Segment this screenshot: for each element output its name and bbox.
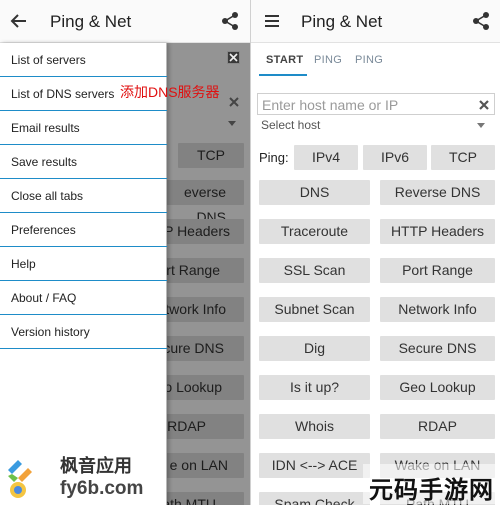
app-bar: Ping & Net (251, 0, 500, 43)
ping-ipv4-button[interactable]: IPv4 (294, 145, 358, 170)
app-title: Ping & Net (50, 12, 132, 31)
host-input-placeholder: Enter host name or IP (262, 97, 399, 113)
http-headers-button[interactable]: HTTP Headers (380, 219, 495, 244)
app-title: Ping & Net (301, 12, 383, 31)
drawer-item-help[interactable]: Help (0, 247, 167, 281)
drawer-item-about-faq[interactable]: About / FAQ (0, 281, 167, 315)
hamburger-menu-icon[interactable] (262, 11, 282, 31)
ping-ipv6-button[interactable]: IPv6 (363, 145, 427, 170)
ssl-scan-button[interactable]: SSL Scan (259, 258, 370, 283)
right-screen: Ping & Net START PING PING Enter host na… (250, 0, 500, 505)
share-icon[interactable] (471, 11, 491, 31)
rdap-button[interactable]: RDAP (380, 414, 495, 439)
network-info-button[interactable]: Network Info (380, 297, 495, 322)
port-range-button[interactable]: Port Range (380, 258, 495, 283)
app-bar: Ping & Net (0, 0, 250, 43)
tab-ping-2[interactable]: PING (355, 54, 383, 66)
watermark-logo: 枫音应用 fy6b.com (4, 452, 164, 502)
left-screen: TCP everse DNS P Headers rt Range twork … (0, 0, 250, 505)
geo-lookup-button[interactable]: Geo Lookup (380, 375, 495, 400)
whois-button[interactable]: Whois (259, 414, 370, 439)
caret-down-icon[interactable] (477, 123, 485, 128)
drawer-item-save-results[interactable]: Save results (0, 145, 167, 179)
drawer-item-list-of-servers[interactable]: List of servers (0, 43, 167, 77)
drawer-item-version-history[interactable]: Version history (0, 315, 167, 349)
close-icon[interactable] (227, 51, 240, 64)
ping-tcp-button[interactable]: TCP (431, 145, 495, 170)
watermark-logo-top: 枫音应用 (60, 456, 132, 476)
screenshot-stage: TCP everse DNS P Headers rt Range twork … (0, 0, 500, 505)
drawer-item-email-results[interactable]: Email results (0, 111, 167, 145)
dns-button[interactable]: DNS (259, 180, 370, 205)
drawer-item-close-all-tabs[interactable]: Close all tabs (0, 179, 167, 213)
dig-button[interactable]: Dig (259, 336, 370, 361)
share-icon[interactable] (220, 11, 240, 31)
browser-icon (10, 482, 26, 498)
reverse-dns-button[interactable]: Reverse DNS (380, 180, 495, 205)
watermark-logo-bottom: fy6b.com (60, 478, 144, 499)
spam-check-button[interactable]: Spam Check (259, 492, 370, 505)
ping-label: Ping: (259, 150, 289, 165)
idn-ace-button[interactable]: IDN <--> ACE (259, 453, 370, 478)
tab-start[interactable]: START (266, 54, 303, 66)
annotation-label: 添加DNS服务器 (120, 84, 220, 100)
tab-indicator (259, 74, 307, 76)
watermark-brand-text: 元码手游网 (369, 477, 494, 504)
navigation-drawer: List of servers List of DNS servers Emai… (0, 43, 167, 505)
host-input[interactable]: Enter host name or IP (257, 93, 495, 115)
is-it-up-button[interactable]: Is it up? (259, 375, 370, 400)
clear-icon[interactable] (477, 98, 491, 112)
secure-dns-button[interactable]: Secure DNS (380, 336, 495, 361)
watermark-brand: 元码手游网 (363, 464, 500, 504)
back-arrow-icon[interactable] (9, 11, 29, 31)
tab-ping-1[interactable]: PING (314, 54, 342, 66)
select-host-dropdown[interactable]: Select host (261, 118, 320, 132)
subnet-scan-button[interactable]: Subnet Scan (259, 297, 370, 322)
traceroute-button[interactable]: Traceroute (259, 219, 370, 244)
drawer-item-preferences[interactable]: Preferences (0, 213, 167, 247)
tab-bar: START PING PING (251, 44, 500, 76)
